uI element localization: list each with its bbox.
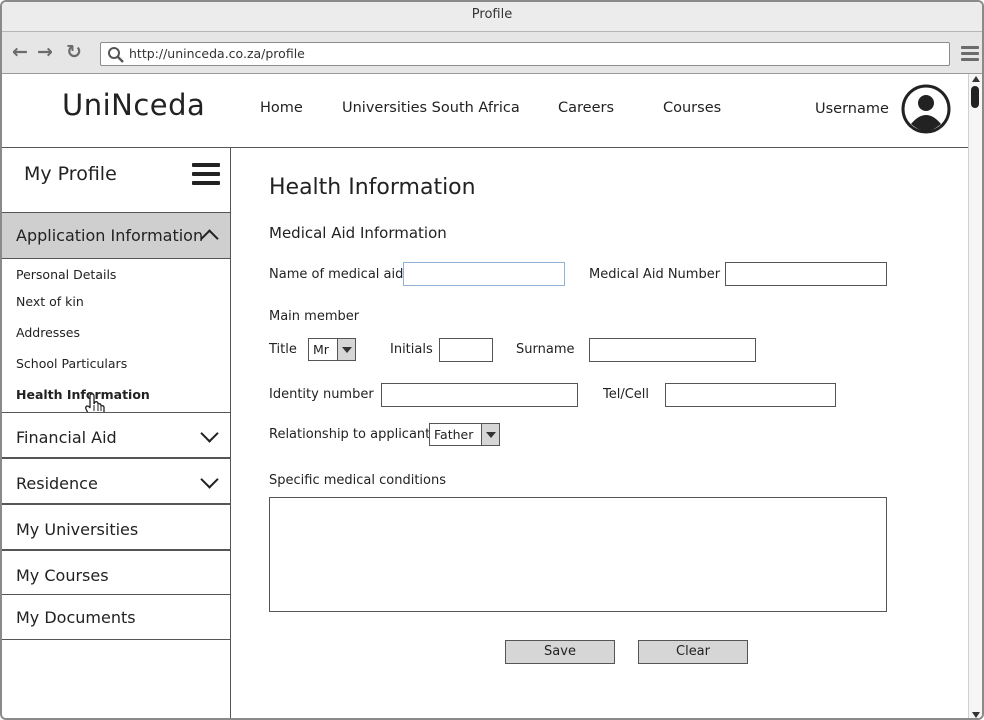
relationship-select[interactable]: Father: [429, 423, 500, 446]
sidebar-section-label: Financial Aid: [16, 428, 117, 447]
tel-cell-input[interactable]: [665, 383, 836, 407]
main-member-label: Main member: [269, 309, 360, 324]
address-bar[interactable]: http://uninceda.co.za/profile: [100, 42, 950, 66]
medical-aid-name-input[interactable]: [403, 262, 565, 286]
reload-icon[interactable]: ↻: [64, 41, 84, 63]
sidebar-title: My Profile: [24, 163, 117, 185]
health-information-form: Health Information Medical Aid Informati…: [232, 148, 968, 718]
sidebar-menu-icon[interactable]: [192, 163, 220, 189]
title-label: Title: [269, 342, 297, 357]
dropdown-arrow-icon: [481, 424, 499, 445]
nav-home[interactable]: Home: [260, 100, 303, 116]
sidebar-item-addresses[interactable]: Addresses: [16, 325, 80, 340]
sidebar-section-financial-aid[interactable]: Financial Aid: [2, 412, 230, 458]
identity-number-label: Identity number: [269, 387, 374, 402]
scroll-down-arrow-icon[interactable]: [972, 712, 980, 718]
profile-sidebar: My Profile Application Information Perso…: [2, 148, 231, 718]
page-scrollbar[interactable]: [968, 74, 982, 718]
sidebar-section-application-information[interactable]: Application Information: [2, 212, 230, 259]
relationship-label: Relationship to applicant: [269, 427, 431, 442]
sidebar-item-school-particulars[interactable]: School Particulars: [16, 356, 127, 371]
tel-cell-label: Tel/Cell: [603, 387, 650, 402]
sidebar-section-label: Residence: [16, 474, 98, 493]
site-header: UniNceda Home Universities South Africa …: [2, 74, 968, 148]
nav-universities[interactable]: Universities South Africa: [342, 100, 520, 116]
sidebar-section-my-documents[interactable]: My Documents: [2, 594, 230, 640]
browser-menu-icon[interactable]: [961, 46, 979, 62]
scroll-up-arrow-icon[interactable]: [972, 76, 980, 82]
page-title: Health Information: [269, 175, 476, 200]
chevron-down-icon: [200, 424, 219, 443]
sidebar-item-personal-details[interactable]: Personal Details: [16, 267, 116, 282]
identity-number-input[interactable]: [381, 383, 578, 407]
medical-aid-number-input[interactable]: [725, 262, 887, 286]
window-title-bar: Profile: [2, 2, 982, 32]
browser-toolbar: ← → ↻ http://uninceda.co.za/profile: [2, 32, 982, 74]
sidebar-section-label: Application Information: [16, 226, 204, 245]
chevron-down-icon: [200, 470, 219, 489]
window-title: Profile: [471, 7, 513, 22]
clear-button[interactable]: Clear: [638, 640, 748, 664]
surname-label: Surname: [516, 342, 575, 357]
scroll-thumb[interactable]: [971, 86, 979, 108]
medical-conditions-label: Specific medical conditions: [269, 473, 446, 488]
forward-icon[interactable]: →: [35, 41, 55, 63]
sidebar-item-next-of-kin[interactable]: Next of kin: [16, 294, 84, 309]
user-avatar-icon[interactable]: [901, 84, 951, 134]
sidebar-section-label: My Courses: [16, 566, 109, 585]
title-select[interactable]: Mr: [308, 338, 356, 361]
initials-input[interactable]: [439, 338, 493, 362]
initials-label: Initials: [390, 342, 433, 357]
save-button[interactable]: Save: [505, 640, 615, 664]
sidebar-section-label: My Documents: [16, 608, 136, 627]
title-select-value: Mr: [313, 342, 329, 357]
section-title: Medical Aid Information: [269, 224, 447, 242]
dropdown-arrow-icon: [337, 339, 355, 360]
back-icon[interactable]: ←: [10, 41, 30, 63]
surname-input[interactable]: [589, 338, 756, 362]
site-logo[interactable]: UniNceda: [62, 88, 205, 122]
nav-careers[interactable]: Careers: [558, 100, 614, 116]
search-icon: [108, 47, 124, 63]
url-text: http://uninceda.co.za/profile: [129, 46, 305, 61]
medical-conditions-textarea[interactable]: [269, 497, 887, 612]
sidebar-section-my-courses[interactable]: My Courses: [2, 550, 230, 596]
sidebar-section-label: My Universities: [16, 520, 139, 539]
sidebar-section-residence[interactable]: Residence: [2, 458, 230, 504]
sidebar-item-health-information[interactable]: Health Information: [16, 387, 150, 402]
sidebar-section-my-universities[interactable]: My Universities: [2, 504, 230, 550]
username-label[interactable]: Username: [815, 101, 889, 117]
medical-aid-name-label: Name of medical aid: [269, 267, 404, 282]
relationship-select-value: Father: [434, 427, 474, 442]
browser-window: Profile ← → ↻ http://uninceda.co.za/prof…: [0, 0, 984, 720]
medical-aid-number-label: Medical Aid Number: [589, 267, 721, 282]
nav-courses[interactable]: Courses: [663, 100, 721, 116]
